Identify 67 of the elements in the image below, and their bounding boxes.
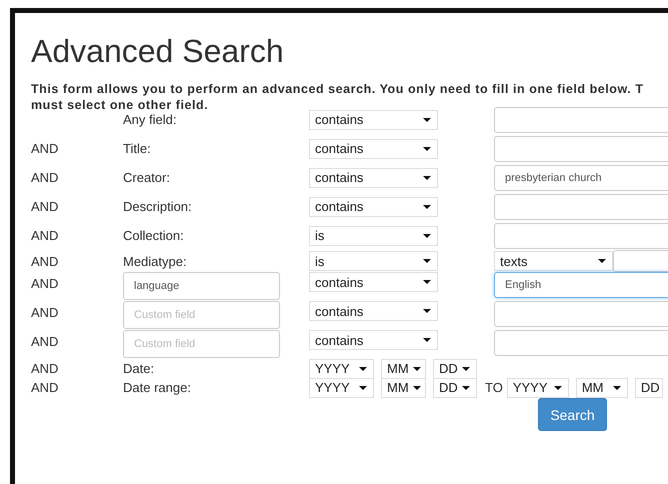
operator-select[interactable]: is: [309, 251, 438, 271]
operator-select[interactable]: contains: [309, 168, 438, 188]
date-select[interactable]: YYYY: [506, 378, 569, 398]
caret-icon: [423, 338, 431, 342]
field-label: Creator:: [123, 170, 171, 185]
input-field[interactable]: [494, 330, 668, 356]
custom-field-input[interactable]: language: [123, 272, 280, 300]
field-label: Description:: [123, 199, 193, 214]
caret-icon: [423, 234, 431, 238]
operator-select[interactable]: contains: [309, 272, 438, 292]
caret-icon: [359, 366, 367, 370]
search-button[interactable]: Search: [538, 398, 607, 431]
conjunction-label: AND: [31, 254, 60, 268]
date-select[interactable]: MM: [381, 358, 426, 378]
conjunction-label: AND: [31, 141, 60, 156]
conjunction-label: AND: [31, 333, 60, 349]
conjunction-label: AND: [31, 304, 60, 320]
operator-select[interactable]: contains: [309, 196, 438, 216]
caret-icon: [423, 176, 431, 180]
caret-icon: [462, 386, 470, 390]
input-field[interactable]: English: [494, 272, 668, 298]
input-field[interactable]: [494, 106, 668, 132]
conjunction-label: AND: [31, 380, 60, 395]
input-field[interactable]: [494, 194, 668, 220]
caret-icon: [554, 386, 562, 390]
date-select[interactable]: YYYY: [309, 378, 374, 398]
caret-icon: [462, 366, 470, 370]
operator-select[interactable]: contains: [309, 330, 438, 350]
field-label: Mediatype:: [123, 254, 188, 268]
field-label: Date range:: [123, 380, 192, 395]
caret-icon: [412, 386, 421, 390]
caret-icon: [423, 204, 431, 208]
date-select[interactable]: DD: [634, 378, 663, 398]
date-select[interactable]: DD: [433, 358, 477, 378]
field-label: Collection:: [123, 228, 185, 243]
input-field[interactable]: presbyterian church: [494, 164, 668, 190]
page-title: Advanced Search: [31, 32, 285, 71]
field-label: Date:: [123, 361, 156, 376]
date-select[interactable]: MM: [576, 378, 628, 398]
caret-icon: [423, 118, 431, 122]
caret-icon: [359, 386, 367, 390]
caret-icon: [612, 386, 621, 390]
caret-icon: [423, 309, 431, 313]
input-field[interactable]: [494, 222, 668, 248]
conjunction-label: AND: [31, 361, 60, 376]
input-field[interactable]: [494, 136, 668, 162]
operator-select[interactable]: contains: [309, 110, 438, 130]
field-label: Title:: [123, 141, 152, 156]
caret-icon: [423, 146, 431, 150]
value-select[interactable]: texts: [494, 251, 613, 271]
input-field[interactable]: [494, 301, 668, 327]
field-label: Any field:: [123, 112, 178, 127]
operator-select[interactable]: contains: [309, 138, 438, 158]
date-select[interactable]: MM: [381, 378, 426, 398]
conjunction-label: AND: [31, 199, 60, 214]
date-select[interactable]: YYYY: [309, 358, 374, 378]
caret-icon: [412, 366, 421, 370]
conjunction-label: AND: [31, 275, 60, 291]
conjunction-label: AND: [31, 170, 60, 185]
to-label: TO: [485, 380, 503, 395]
caret-icon: [598, 259, 606, 263]
conjunction-label: AND: [31, 228, 60, 243]
operator-select[interactable]: is: [309, 226, 438, 246]
date-select[interactable]: DD: [433, 378, 477, 398]
caret-icon: [423, 259, 431, 263]
operator-select[interactable]: contains: [309, 301, 438, 321]
caret-icon: [423, 280, 431, 284]
